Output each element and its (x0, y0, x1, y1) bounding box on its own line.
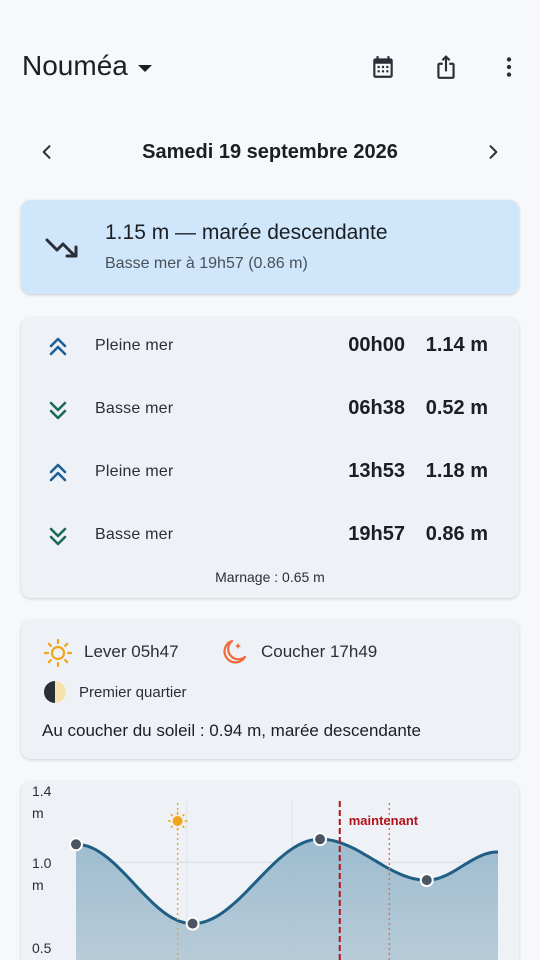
sun-moon-card: Lever 05h47 Coucher 17h49 Premier quarti… (21, 620, 519, 759)
tide-extremum-point (185, 916, 200, 931)
moon-phase: Premier quartier (79, 684, 187, 701)
tide-row: Basse mer 19h57 0.86 m (21, 515, 519, 555)
now-label: maintenant (349, 813, 419, 828)
y-tick-label: m (32, 805, 44, 821)
tide-time: 00h00 (348, 334, 405, 356)
low-tide-icon (49, 527, 67, 546)
tide-type: Basse mer (95, 526, 174, 543)
next-tide-info: Basse mer à 19h57 (0.86 m) (105, 255, 308, 272)
sunrise-time: Lever 05h47 (84, 642, 179, 661)
app-bar: Nouméa (0, 0, 540, 110)
y-tick-label: 1.0 (32, 855, 52, 871)
tide-row: Basse mer 06h38 0.52 m (21, 389, 519, 429)
city-name: Nouméa (22, 50, 128, 81)
date-title: Samedi 19 septembre 2026 (142, 141, 398, 163)
date-navigation: Samedi 19 septembre 2026 (0, 130, 540, 174)
tides-card: Pleine mer 00h00 1.14 m Basse mer 06h38 … (21, 317, 519, 598)
tide-time: 06h38 (348, 397, 405, 419)
y-tick-label: 0.5 (32, 940, 52, 956)
tide-extremum-point (69, 837, 83, 852)
trending-down-icon (45, 238, 78, 258)
tide-extremum-point (419, 873, 434, 888)
current-tide-card: 1.15 m — marée descendante Basse mer à 1… (21, 200, 519, 294)
tide-type: Pleine mer (95, 463, 174, 480)
first-quarter-moon-icon (44, 681, 66, 703)
tide-height: 1.18 m (425, 460, 488, 482)
calendar-icon[interactable] (368, 52, 398, 82)
sunset-tide-info: Au coucher du soleil : 0.94 m, marée des… (42, 721, 421, 740)
tide-chart: 1.4 m 1.0 m 0.5 maintenant (32, 783, 498, 960)
city-selector[interactable]: Nouméa (22, 50, 152, 82)
sunset-icon (223, 639, 247, 664)
tide-time: 19h57 (348, 523, 405, 545)
y-tick-label: m (32, 877, 44, 893)
dropdown-caret-icon (137, 64, 152, 72)
tide-area (76, 839, 498, 960)
tide-extremum-point (313, 832, 328, 847)
high-tide-icon (49, 337, 67, 356)
tide-height: 0.86 m (425, 523, 488, 545)
tidal-range: Marnage : 0.65 m (215, 569, 325, 585)
tide-height: 0.52 m (425, 397, 488, 419)
share-icon[interactable] (431, 52, 461, 82)
sunrise-icon (43, 638, 73, 668)
high-tide-icon (49, 463, 67, 482)
tide-height: 1.14 m (425, 334, 488, 356)
chevron-right-icon[interactable] (479, 138, 507, 166)
sunset-time: Coucher 17h49 (261, 642, 378, 661)
low-tide-icon (49, 401, 67, 420)
current-tide-height: 1.15 m — marée descendante (105, 221, 388, 244)
tide-chart-card: 1.4 m 1.0 m 0.5 maintenant (21, 781, 519, 960)
tide-time: 13h53 (348, 460, 405, 482)
tide-type: Basse mer (95, 400, 174, 417)
tide-row: Pleine mer 00h00 1.14 m (21, 326, 519, 366)
tide-type: Pleine mer (95, 337, 174, 354)
y-tick-label: 1.4 (32, 783, 52, 799)
more-vert-icon[interactable] (494, 52, 524, 82)
tide-row: Pleine mer 13h53 1.18 m (21, 452, 519, 492)
